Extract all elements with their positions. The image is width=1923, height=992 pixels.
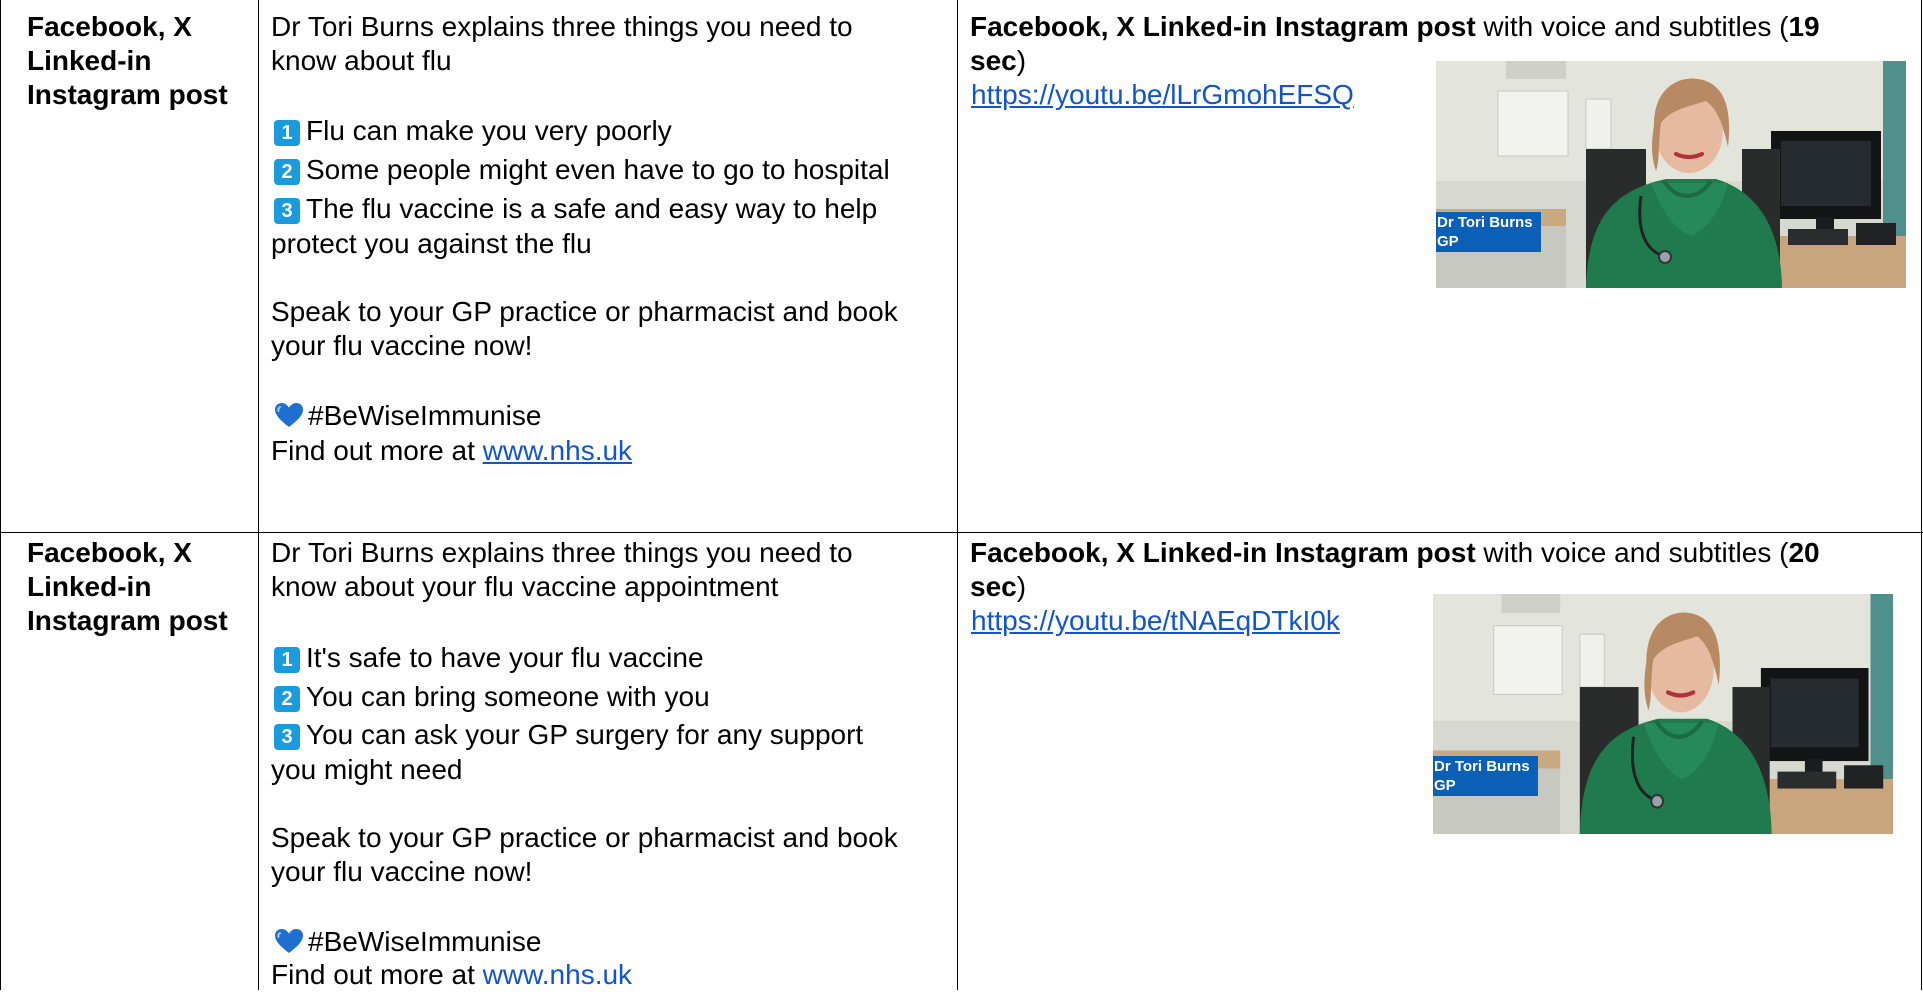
name-caption: Dr Tori Burns GP xyxy=(1436,212,1541,252)
more-info-line: Find out more at www.nhs.uk xyxy=(271,959,633,990)
list-item: 1 Flu can make you very poorly xyxy=(274,114,672,148)
blue-heart-icon xyxy=(275,403,303,427)
asset-description-cont: sec) xyxy=(970,571,1027,602)
asset-description: Facebook, X Linked-in Instagram post wit… xyxy=(970,11,1820,42)
video-thumbnail[interactable]: Dr Tori Burns GP xyxy=(1436,61,1906,288)
name-caption: Dr Tori Burns GP xyxy=(1433,756,1538,796)
hashtag-line: #BeWiseImmunise xyxy=(274,925,541,959)
hashtag: #BeWiseImmunise xyxy=(308,926,542,957)
channel-label: Facebook, X Linked-in Instagram post xyxy=(27,537,228,636)
call-to-action: your flu vaccine now! xyxy=(271,330,533,361)
asset-description: Facebook, X Linked-in Instagram post wit… xyxy=(970,537,1820,568)
intro-line: Dr Tori Burns explains three things you … xyxy=(271,11,853,42)
keycap-1-icon: 1 xyxy=(274,647,300,673)
youtube-link[interactable]: https://youtu.be/lLrGmohEFSQ xyxy=(971,79,1354,110)
table-border-left xyxy=(0,0,1,990)
keycap-3-icon: 3 xyxy=(274,724,300,750)
blue-heart-icon xyxy=(275,929,303,953)
list-item: 3 The flu vaccine is a safe and easy way … xyxy=(274,192,877,226)
intro-line: know about your flu vaccine appointment xyxy=(271,571,779,602)
list-item: 3 You can ask your GP surgery for any sup… xyxy=(274,718,863,752)
table-border-right xyxy=(1921,0,1922,990)
doctor-scene-image xyxy=(1436,61,1906,288)
youtube-link[interactable]: https://youtu.be/tNAEqDTkI0k xyxy=(971,605,1340,636)
keycap-3-icon: 3 xyxy=(274,198,300,224)
keycap-1-icon: 1 xyxy=(274,120,300,146)
hashtag: #BeWiseImmunise xyxy=(308,400,542,431)
video-link: https://youtu.be/lLrGmohEFSQ xyxy=(971,78,1354,112)
list-item: 2 You can bring someone with you xyxy=(274,680,710,714)
list-item: 2 Some people might even have to go to ho… xyxy=(274,153,890,187)
table-divider-2 xyxy=(957,0,958,990)
call-to-action: your flu vaccine now! xyxy=(271,856,533,887)
video-link: https://youtu.be/tNAEqDTkI0k xyxy=(971,604,1340,638)
intro-line: know about flu xyxy=(271,45,452,76)
asset-description-cont: sec) xyxy=(970,45,1027,76)
more-info-line: Find out more at www.nhs.uk xyxy=(271,435,633,466)
row-divider xyxy=(0,532,1923,533)
keycap-2-icon: 2 xyxy=(274,159,300,185)
keycap-2-icon: 2 xyxy=(274,686,300,712)
video-thumbnail[interactable]: Dr Tori Burns GP xyxy=(1433,594,1893,834)
list-item-continued: you might need xyxy=(271,754,463,785)
list-item: 1 It's safe to have your flu vaccine xyxy=(274,641,704,675)
call-to-action: Speak to your GP practice or pharmacist … xyxy=(271,822,898,853)
content-table: Facebook, X Linked-in Instagram post Dr … xyxy=(0,0,1923,990)
list-item-continued: protect you against the flu xyxy=(271,228,592,259)
channel-label: Facebook, X Linked-in Instagram post xyxy=(27,11,228,110)
nhs-link[interactable]: www.nhs.uk xyxy=(483,959,632,990)
intro-line: Dr Tori Burns explains three things you … xyxy=(271,537,853,568)
hashtag-line: #BeWiseImmunise xyxy=(274,399,541,433)
table-divider-1 xyxy=(258,0,259,990)
doctor-scene-image xyxy=(1433,594,1893,834)
call-to-action: Speak to your GP practice or pharmacist … xyxy=(271,296,898,327)
nhs-link[interactable]: www.nhs.uk xyxy=(483,435,632,466)
